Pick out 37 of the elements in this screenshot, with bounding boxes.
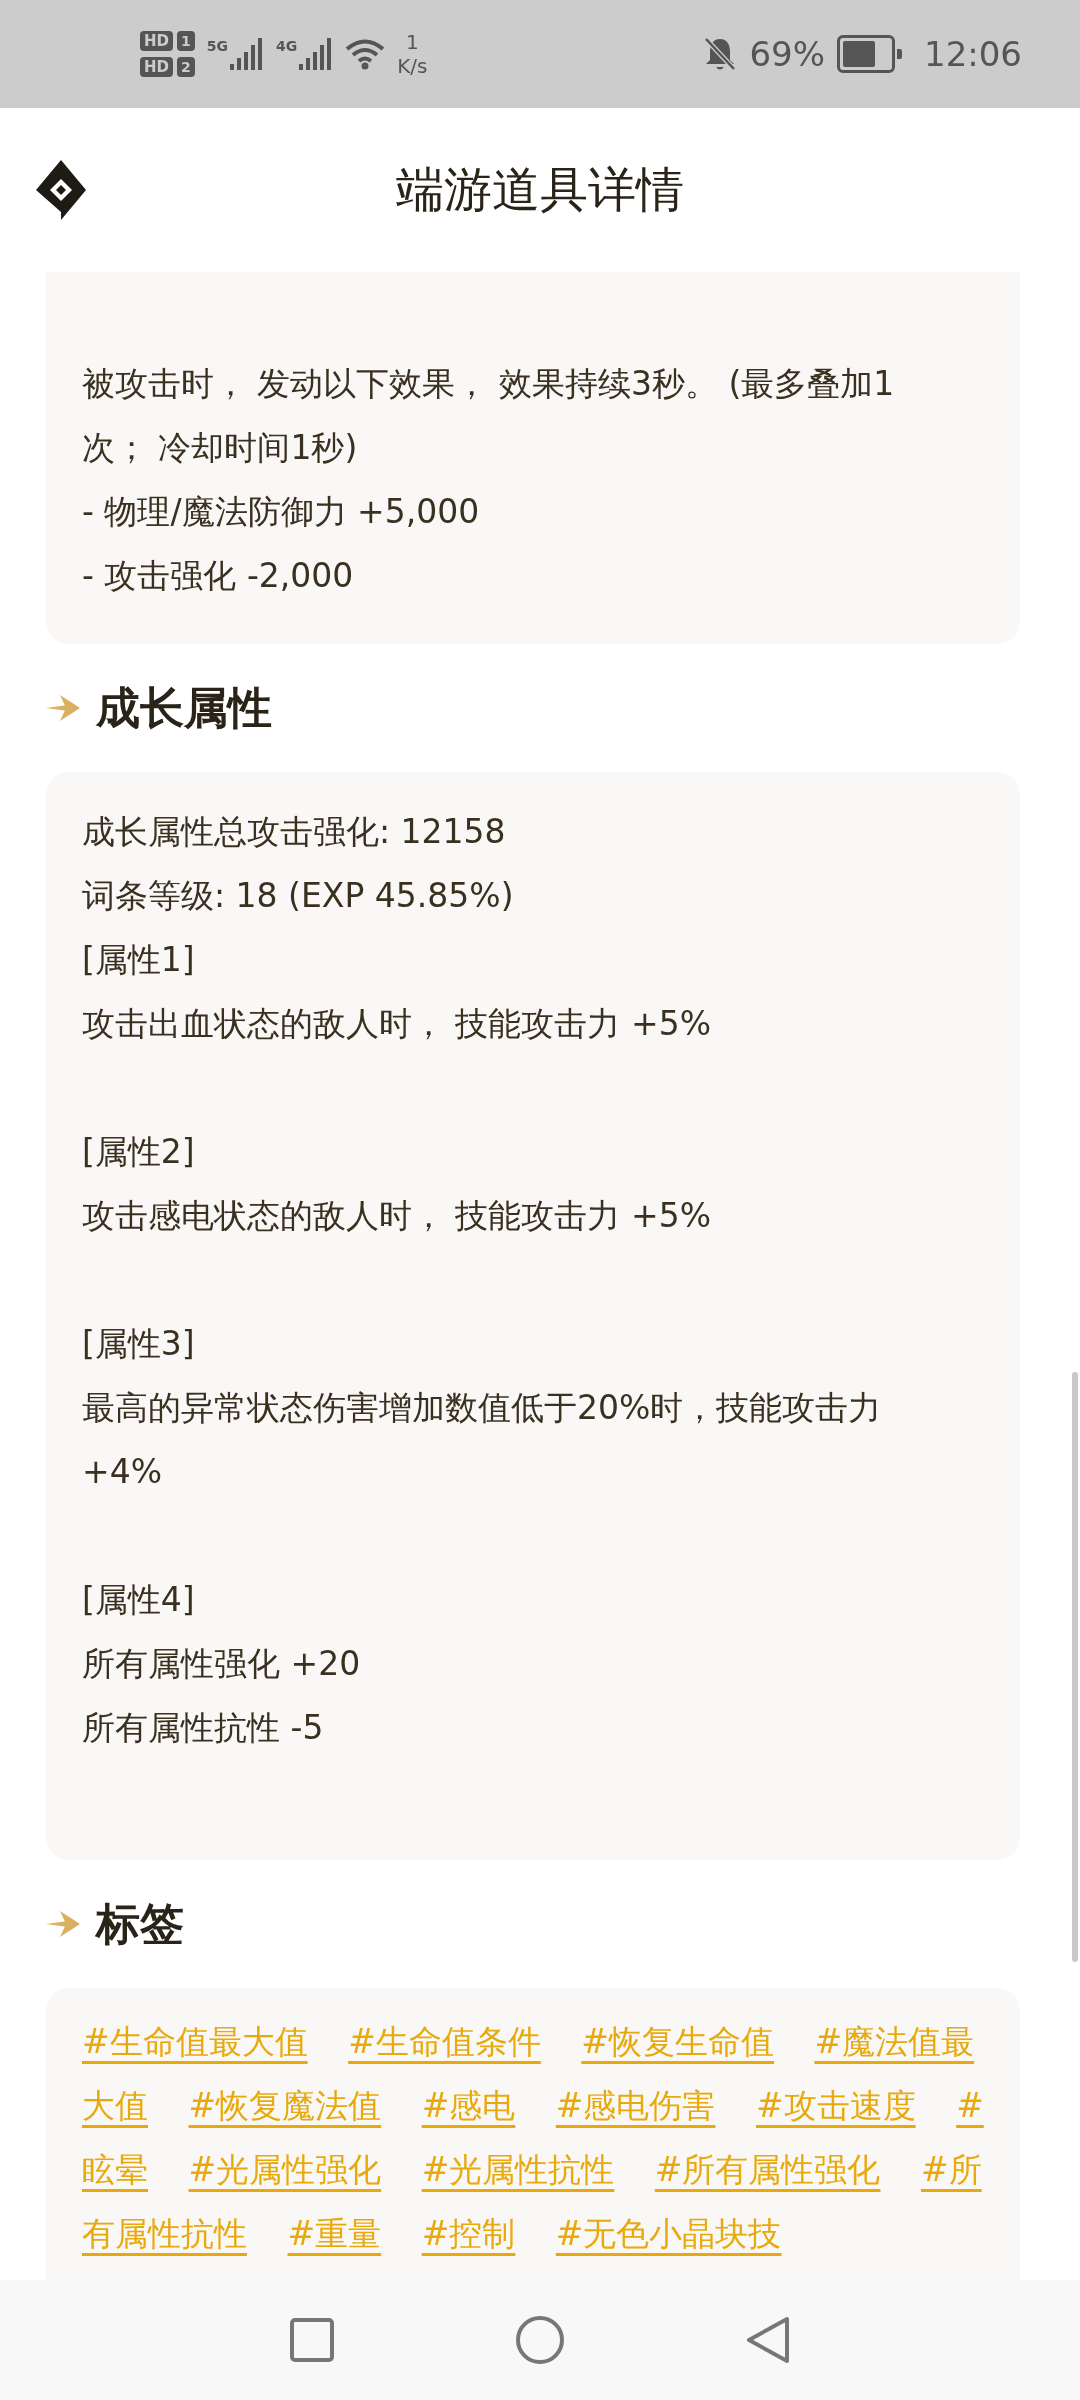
back-icon[interactable] bbox=[745, 2315, 791, 2365]
network-type: 5G bbox=[206, 38, 228, 54]
wifi-icon bbox=[345, 38, 386, 70]
attribute-text: 攻击感电状态的敌人时， 技能攻击力 +5% bbox=[82, 1195, 712, 1237]
clock: 12:06 bbox=[924, 34, 1022, 74]
sim-slot: 2 bbox=[177, 57, 195, 77]
attribute-text: [属性1] bbox=[82, 939, 196, 981]
effect-text: - 攻击强化 -2,000 bbox=[82, 555, 355, 597]
battery-percent: 69% bbox=[749, 34, 825, 74]
home-icon[interactable] bbox=[515, 2315, 565, 2365]
section-heading: 成长属性 bbox=[96, 680, 272, 735]
speed-value: 1 bbox=[406, 30, 419, 54]
speed-unit: K/s bbox=[397, 54, 428, 78]
attribute-text: 攻击出血状态的敌人时， 技能攻击力 +5% bbox=[82, 1003, 712, 1045]
attribute-text: 成长属性总攻击强化: 12158 bbox=[82, 811, 507, 853]
attribute-text: 所有属性强化 +20 bbox=[82, 1643, 362, 1685]
effect-text: - 物理/魔法防御力 +5,000 bbox=[82, 491, 481, 533]
signal-icon bbox=[299, 38, 334, 70]
section-heading: 标签 bbox=[96, 1896, 184, 1951]
page-title: 端游道具详情 bbox=[396, 160, 684, 219]
muted-bell-icon bbox=[703, 36, 738, 72]
battery-icon bbox=[837, 35, 902, 73]
recent-apps-icon[interactable] bbox=[289, 2317, 335, 2363]
attribute-text: [属性2] bbox=[82, 1131, 196, 1173]
signal-icon bbox=[230, 38, 264, 70]
sim-badge: HD bbox=[140, 31, 173, 51]
sim-badge: HD bbox=[140, 57, 173, 77]
diamond-logo-icon[interactable] bbox=[36, 160, 86, 220]
attribute-text: 最高的异常状态伤害增加数值低于20%时，技能攻击力 +4% bbox=[82, 1387, 883, 1493]
effect-text: 被攻击时， 发动以下效果， 效果持续3秒。 (最多叠加1次； 冷却时间1秒) bbox=[82, 363, 896, 469]
tag-list[interactable]: #生命值最大值 #生命值条件 #恢复生命值 #魔法值最大值 #恢复魔法值 #感电 #感电伤害 #攻击速度 #眩晕 #光属性强化 #光属性抗性 #所有属性强化 #所有属性抗性 #重量 #控制 #无色小晶块技 bbox=[82, 2010, 985, 2266]
attribute-text: [属性3] bbox=[82, 1323, 196, 1365]
attribute-text: 词条等级: 18 (EXP 45.85%) bbox=[82, 875, 515, 917]
attribute-text: 所有属性抗性 -5 bbox=[82, 1707, 325, 1749]
network-type: 4G bbox=[276, 38, 298, 54]
sim-slot: 1 bbox=[177, 31, 195, 51]
attribute-text: [属性4] bbox=[82, 1579, 196, 1621]
